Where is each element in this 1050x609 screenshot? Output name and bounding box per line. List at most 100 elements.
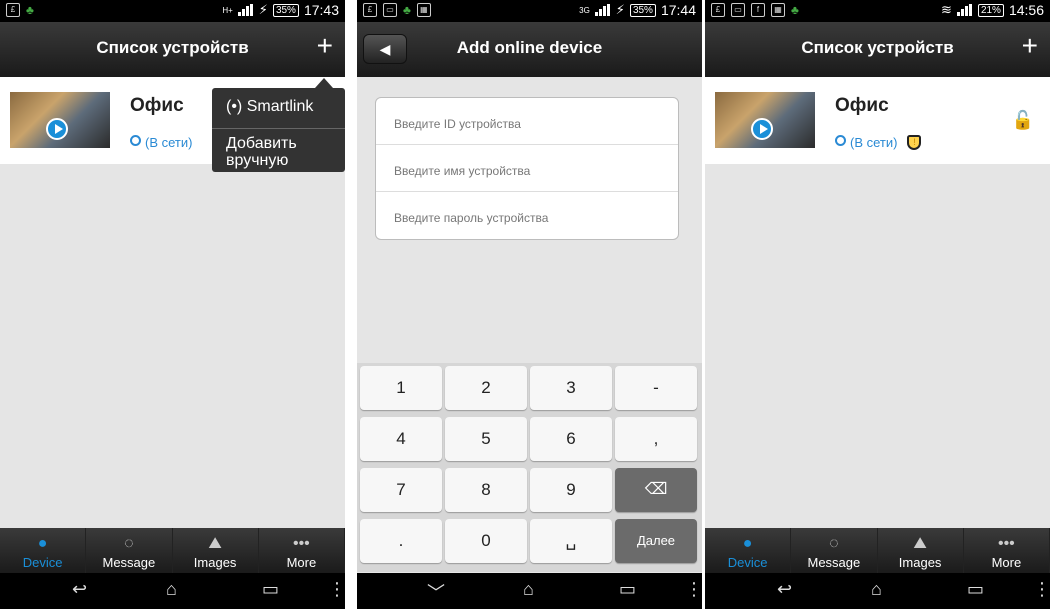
- back-icon[interactable]: ↩: [72, 579, 87, 600]
- image-notification-icon: ▭: [731, 3, 745, 17]
- tab-more[interactable]: ••• More: [964, 528, 1050, 574]
- key-1[interactable]: 1: [360, 366, 442, 410]
- keyboard-icon: ▦: [771, 3, 785, 17]
- recents-icon[interactable]: ▭: [262, 579, 279, 600]
- app-notification-icon: ♣: [26, 3, 34, 17]
- status-bar: £ ♣ H+ ⚡ 35% 17:43: [0, 0, 345, 22]
- device-id-field[interactable]: Введите ID устройства: [376, 98, 678, 145]
- status-bar: £ ▭ f ▦ ♣ ≋ 21% 14:56: [705, 0, 1050, 22]
- space-key[interactable]: ␣: [530, 519, 612, 563]
- menu-item-add-manually[interactable]: Добавить вручную: [226, 135, 336, 169]
- back-icon[interactable]: ↩: [777, 579, 792, 600]
- app-notification-icon: ♣: [791, 3, 799, 17]
- device-status-text: (В сети): [850, 135, 898, 150]
- hide-keyboard-icon[interactable]: ﹀: [427, 579, 445, 605]
- message-icon: ◌: [124, 535, 134, 552]
- play-icon[interactable]: [46, 118, 68, 140]
- screen-add-online-device: £ ▭ ♣ ▦ 3G ⚡ 35% 17:44 ◀ Add online devi…: [357, 0, 702, 609]
- key-minus[interactable]: -: [615, 366, 697, 410]
- image-notification-icon: ▭: [383, 3, 397, 17]
- key-4[interactable]: 4: [360, 417, 442, 461]
- menu-icon[interactable]: ⋮: [685, 579, 702, 600]
- next-key[interactable]: Далее: [615, 519, 697, 563]
- device-status: (В сети): [130, 135, 192, 150]
- title-bar: Список устройств +: [0, 22, 345, 77]
- device-name-field[interactable]: Введите имя устройства: [376, 145, 678, 192]
- charging-icon: ⚡: [258, 2, 268, 17]
- device-password-field[interactable]: Введите пароль устройства: [376, 192, 678, 239]
- menu-item-smartlink[interactable]: (•) Smartlink: [226, 98, 313, 116]
- notification-icon: £: [6, 3, 20, 17]
- tab-device[interactable]: ● Device: [705, 528, 792, 574]
- person-icon: ●: [37, 535, 48, 552]
- backspace-key[interactable]: ⌫: [615, 468, 697, 512]
- key-3[interactable]: 3: [530, 366, 612, 410]
- key-dot[interactable]: .: [360, 519, 442, 563]
- clock: 17:44: [660, 2, 696, 18]
- wifi-icon: ≋: [941, 2, 952, 17]
- key-comma[interactable]: ,: [615, 417, 697, 461]
- page-title: Список устройств: [96, 38, 249, 57]
- home-icon[interactable]: ⌂: [523, 579, 534, 600]
- unlock-icon[interactable]: 🔓: [1012, 110, 1034, 131]
- device-thumbnail[interactable]: [715, 92, 815, 148]
- more-icon: •••: [997, 535, 1015, 552]
- device-thumbnail[interactable]: [10, 92, 110, 148]
- device-name: Офис: [835, 95, 889, 116]
- key-8[interactable]: 8: [445, 468, 527, 512]
- key-0[interactable]: 0: [445, 519, 527, 563]
- more-icon: •••: [292, 535, 310, 552]
- device-list-item[interactable]: Офис (В сети) ! 🔓: [705, 77, 1050, 164]
- home-icon[interactable]: ⌂: [871, 579, 882, 600]
- key-9[interactable]: 9: [530, 468, 612, 512]
- signal-icon: [956, 4, 973, 16]
- facebook-icon: f: [751, 3, 765, 17]
- tab-device[interactable]: ● Device: [0, 528, 87, 574]
- keyboard-icon: ▦: [416, 3, 431, 17]
- menu-divider: [212, 128, 345, 129]
- key-5[interactable]: 5: [445, 417, 527, 461]
- signal-icon: [237, 4, 254, 16]
- device-name: Офис: [130, 95, 184, 116]
- clock: 17:43: [303, 2, 339, 18]
- system-nav-bar: ↩ ⌂ ▭ ⋮: [705, 573, 1050, 609]
- device-status: (В сети) !: [835, 135, 922, 150]
- images-icon: ⛰: [913, 535, 927, 552]
- warning-shield-icon: !: [907, 135, 922, 150]
- recents-icon[interactable]: ▭: [967, 579, 984, 600]
- key-7[interactable]: 7: [360, 468, 442, 512]
- device-form: Введите ID устройства Введите имя устрой…: [375, 97, 679, 240]
- screen-device-list: £ ▭ f ▦ ♣ ≋ 21% 14:56 Список устройств +…: [705, 0, 1050, 609]
- menu-icon[interactable]: ⋮: [328, 579, 345, 600]
- tab-message[interactable]: ◌ Message: [791, 528, 878, 574]
- key-6[interactable]: 6: [530, 417, 612, 461]
- add-device-button[interactable]: +: [1022, 32, 1038, 60]
- notification-icon: £: [363, 3, 377, 17]
- recents-icon[interactable]: ▭: [619, 579, 636, 600]
- page-title: Add online device: [456, 38, 603, 57]
- images-icon: ⛰: [208, 535, 222, 552]
- tab-more[interactable]: ••• More: [259, 528, 345, 574]
- message-icon: ◌: [829, 535, 839, 552]
- battery-indicator: 35%: [272, 3, 299, 17]
- play-icon[interactable]: [751, 118, 773, 140]
- menu-icon[interactable]: ⋮: [1033, 579, 1050, 600]
- add-device-menu: (•) Smartlink Добавить вручную: [212, 78, 345, 172]
- user-icon: [130, 135, 141, 146]
- network-type: 3G: [579, 5, 590, 15]
- screen-device-list-popup: £ ♣ H+ ⚡ 35% 17:43 Список устройств + Оф…: [0, 0, 345, 609]
- system-nav-bar: ↩ ⌂ ▭ ⋮: [0, 573, 345, 609]
- add-device-button[interactable]: +: [317, 32, 333, 60]
- tab-images[interactable]: ⛰ Images: [878, 528, 964, 574]
- tab-images[interactable]: ⛰ Images: [173, 528, 259, 574]
- key-2[interactable]: 2: [445, 366, 527, 410]
- tab-bar: ● Device ◌ Message ⛰ Images ••• More: [705, 528, 1050, 574]
- clock: 14:56: [1008, 2, 1044, 18]
- device-status-text: (В сети): [145, 135, 193, 150]
- home-icon[interactable]: ⌂: [166, 579, 177, 600]
- network-type: H+: [222, 5, 233, 15]
- page-title: Список устройств: [801, 38, 954, 57]
- person-icon: ●: [742, 535, 753, 552]
- charging-icon: ⚡: [615, 2, 625, 17]
- tab-message[interactable]: ◌ Message: [86, 528, 173, 574]
